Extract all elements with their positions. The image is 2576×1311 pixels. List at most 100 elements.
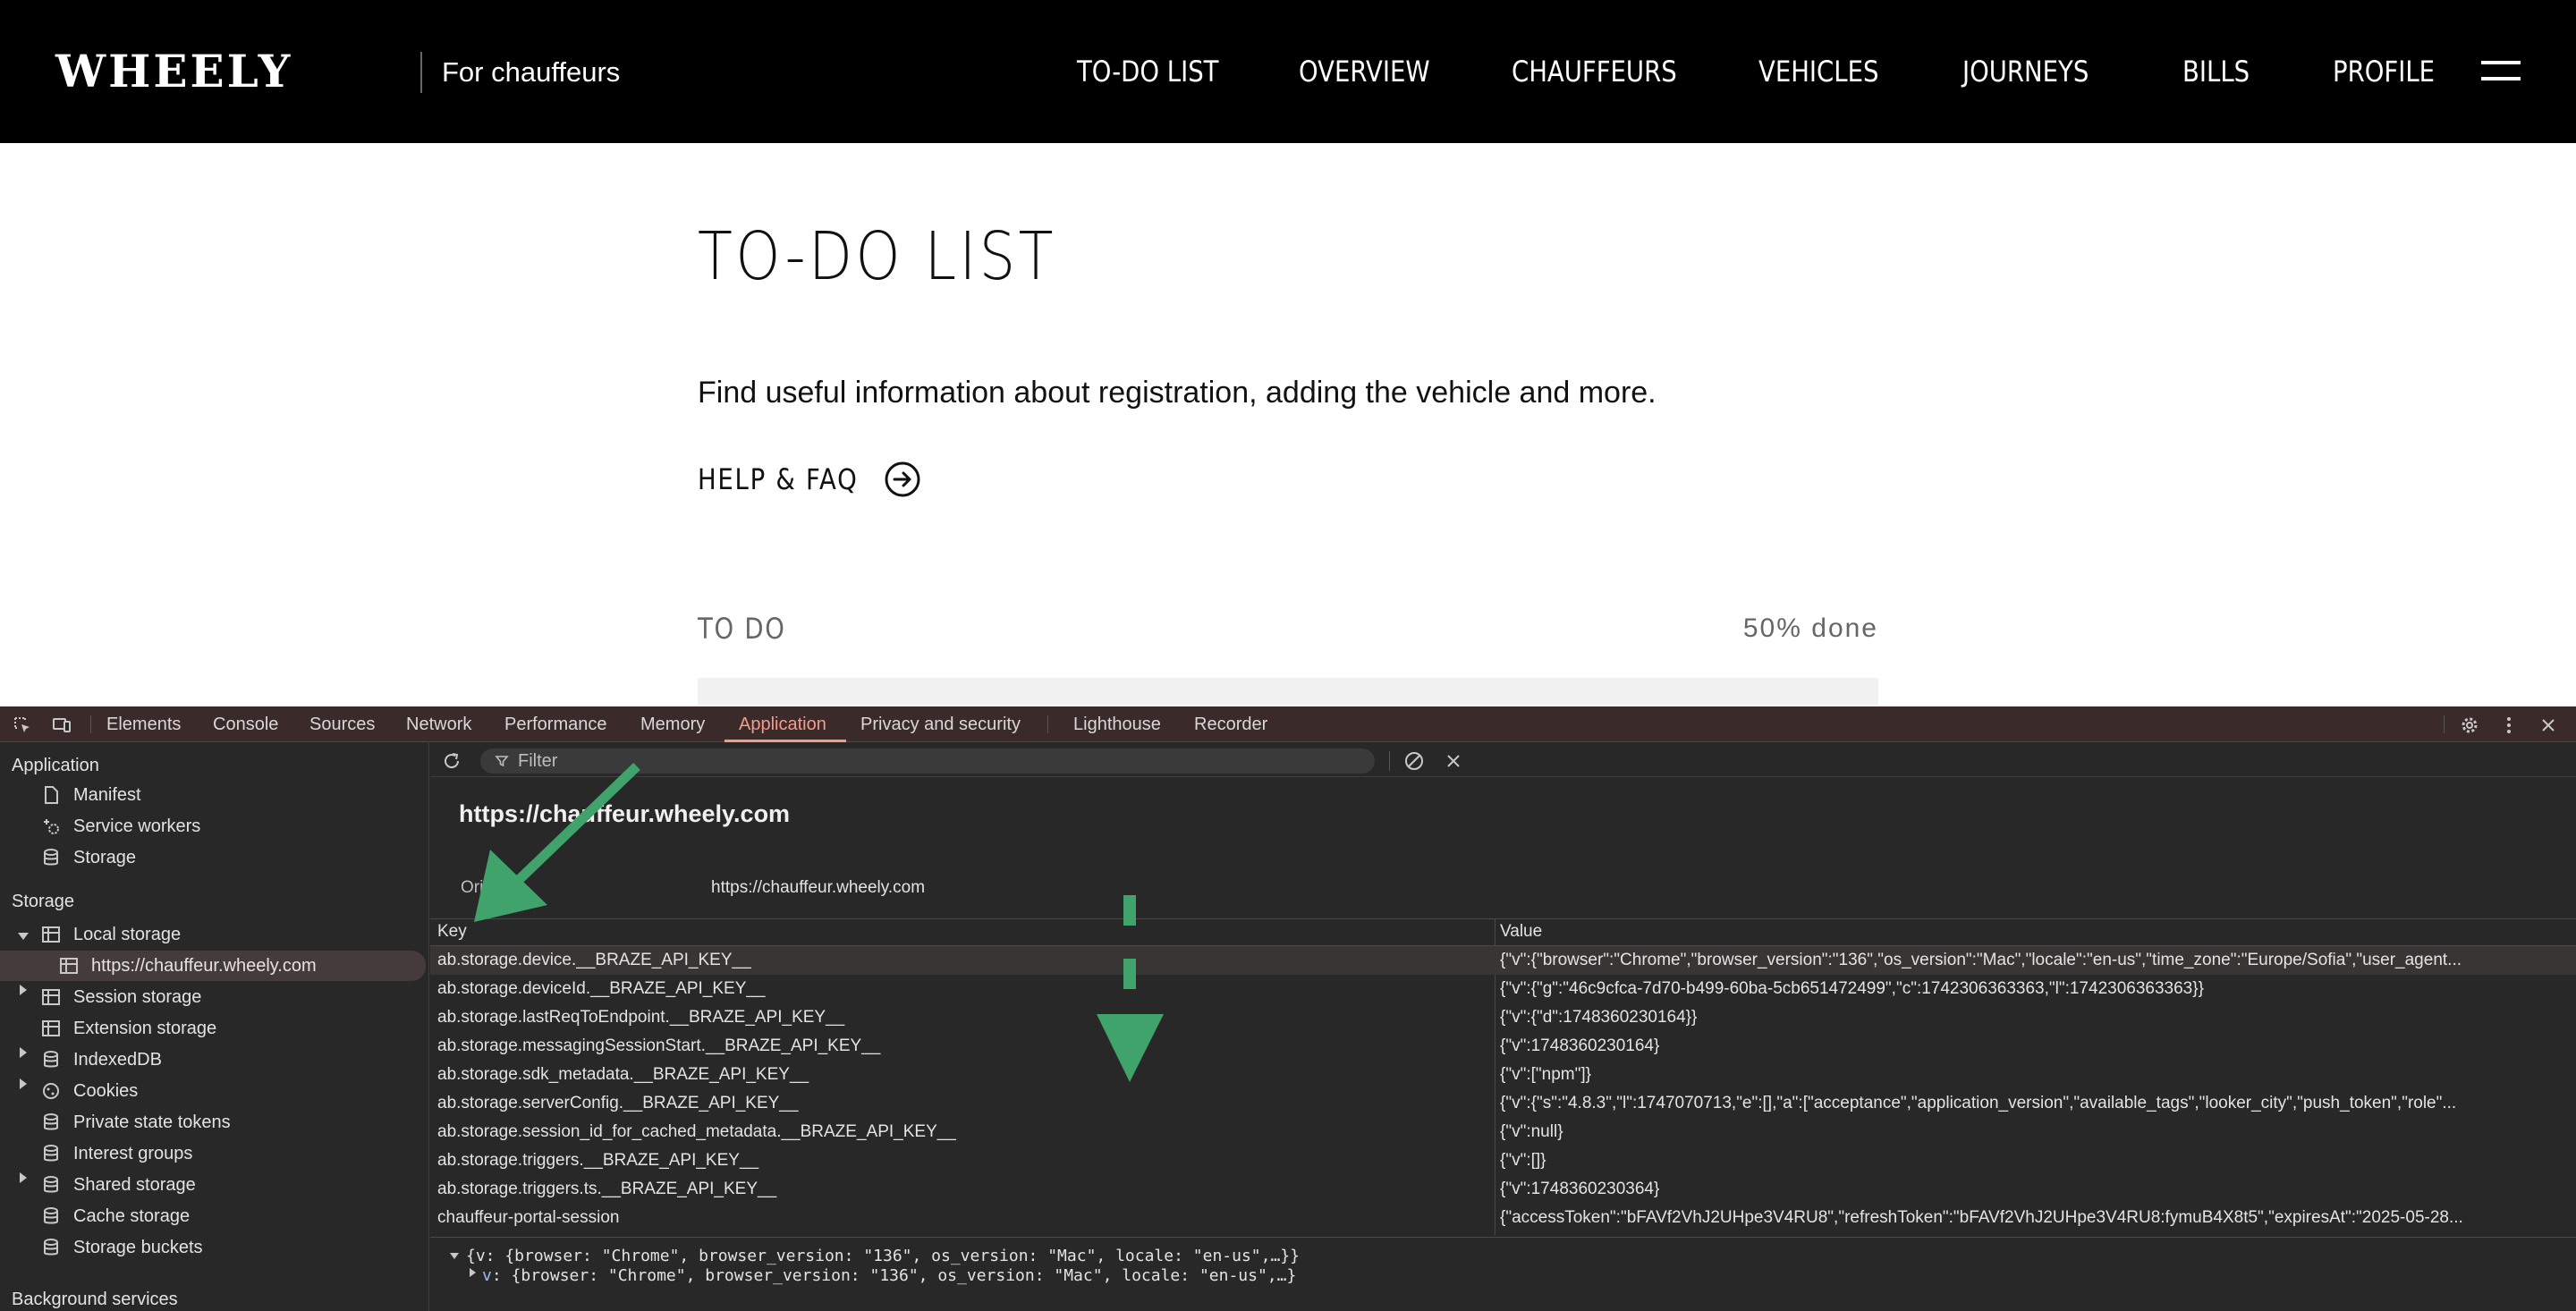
row-key[interactable]: ab.storage.serverConfig.__BRAZE_API_KEY_… <box>437 1089 1484 1118</box>
table-row[interactable]: ab.storage.deviceId.__BRAZE_API_KEY__ {"v… <box>430 975 2576 1003</box>
sidebar-item-manifest[interactable]: Manifest <box>73 780 141 810</box>
sidebar-item-indexeddb[interactable]: IndexedDB <box>73 1045 162 1075</box>
database-icon <box>44 1207 58 1224</box>
sidebar-item-cookies[interactable]: Cookies <box>73 1076 138 1106</box>
table-row[interactable]: ab.storage.sdk_metadata.__BRAZE_API_KEY_… <box>430 1061 2576 1089</box>
row-key[interactable]: ab.storage.sdk_metadata.__BRAZE_API_KEY_… <box>437 1061 1484 1089</box>
row-key[interactable]: ab.storage.lastReqToEndpoint.__BRAZE_API… <box>437 1003 1484 1032</box>
row-value[interactable]: {"v":null} <box>1500 1118 2569 1146</box>
database-icon <box>44 1176 58 1193</box>
expand-arrow-icon[interactable] <box>20 1047 27 1058</box>
table-row[interactable]: ab.storage.lastReqToEndpoint.__BRAZE_API… <box>430 1003 2576 1032</box>
tab-network[interactable]: Network <box>406 706 471 742</box>
nav-todo-list[interactable]: TO-DO LIST <box>1077 52 1218 91</box>
more-options-icon[interactable] <box>2499 715 2519 735</box>
row-key[interactable]: ab.storage.session_id_for_cached_metadat… <box>437 1118 1484 1146</box>
hamburger-menu-icon[interactable] <box>2481 61 2521 82</box>
sidebar-item-local-storage[interactable]: Local storage <box>73 919 181 950</box>
row-key[interactable]: ab.storage.device.__BRAZE_API_KEY__ <box>437 946 1484 975</box>
table-row[interactable]: ab.storage.device.__BRAZE_API_KEY__ {"v":… <box>430 946 2576 975</box>
table-row[interactable]: ab.storage.messagingSessionStart.__BRAZE… <box>430 1032 2576 1061</box>
value-column-header[interactable]: Value <box>1500 918 1542 945</box>
sidebar-item-extension-storage[interactable]: Extension storage <box>73 1013 216 1044</box>
key-column-header[interactable]: Key <box>437 918 467 945</box>
row-key[interactable]: ab.storage.triggers.__BRAZE_API_KEY__ <box>437 1146 1484 1175</box>
header-divider <box>420 52 422 93</box>
tab-lighthouse[interactable]: Lighthouse <box>1073 706 1161 742</box>
sidebar-item-storage[interactable]: Storage <box>73 842 136 873</box>
sidebar-item-session-storage[interactable]: Session storage <box>73 982 201 1012</box>
row-key[interactable]: ab.storage.triggers.ts.__BRAZE_API_KEY__ <box>437 1175 1484 1204</box>
sidebar-item-interest-groups[interactable]: Interest groups <box>73 1138 192 1169</box>
expand-arrow-icon[interactable] <box>470 1268 476 1277</box>
value-preview-line: {v: {browser: "Chrome", browser_version:… <box>466 1247 1300 1265</box>
row-value[interactable]: {"v":1748360230364} <box>1500 1175 2569 1204</box>
sidebar-item-cache-storage[interactable]: Cache storage <box>73 1201 190 1231</box>
database-icon <box>44 1051 58 1068</box>
settings-gear-icon[interactable] <box>2460 715 2479 735</box>
preview-divider[interactable] <box>430 1237 2576 1238</box>
sidebar-item-private-state-tokens[interactable]: Private state tokens <box>73 1107 231 1138</box>
help-faq-link[interactable]: HELP & FAQ <box>698 458 921 501</box>
devtools-panel: Elements Console Sources Network Perform… <box>0 706 2576 1311</box>
expand-arrow-icon[interactable] <box>20 1172 27 1183</box>
tab-recorder[interactable]: Recorder <box>1194 706 1267 742</box>
device-toolbar-icon[interactable] <box>52 715 72 735</box>
intro-text: Find useful information about registrati… <box>698 376 1657 410</box>
origin-label: Origin <box>461 878 506 897</box>
refresh-icon[interactable] <box>441 750 462 772</box>
expand-arrow-icon[interactable] <box>18 933 29 940</box>
table-row[interactable]: ab.storage.triggers.ts.__BRAZE_API_KEY__… <box>430 1175 2576 1204</box>
row-value[interactable]: {"v":{"browser":"Chrome","browser_versio… <box>1500 946 2569 975</box>
row-value[interactable]: {"v":{"s":"4.8.3","l":1747070713,"e":[],… <box>1500 1089 2569 1118</box>
toolbar-divider <box>2444 715 2445 733</box>
clear-all-icon[interactable] <box>1403 750 1425 772</box>
expand-arrow-icon[interactable] <box>20 985 27 995</box>
row-value[interactable]: {"v":[]} <box>1500 1146 2569 1175</box>
inspect-element-icon[interactable] <box>13 715 32 735</box>
toolbar-divider <box>1389 751 1390 771</box>
sidebar-item-storage-buckets[interactable]: Storage buckets <box>73 1232 203 1263</box>
tab-privacy-security[interactable]: Privacy and security <box>860 706 1021 742</box>
table-row[interactable]: chauffeur-portal-session {"accessToken":"… <box>430 1204 2576 1232</box>
nav-bills[interactable]: BILLS <box>2182 52 2250 91</box>
sidebar-item-service-workers[interactable]: Service workers <box>73 811 200 842</box>
value-preview-child[interactable]: v: {browser: "Chrome", browser_version: … <box>482 1265 1296 1287</box>
row-key[interactable]: ab.storage.deviceId.__BRAZE_API_KEY__ <box>437 975 1484 1003</box>
wheely-logo[interactable]: WHEELY <box>55 47 292 97</box>
delete-selected-icon[interactable] <box>1445 752 1462 770</box>
nav-profile[interactable]: PROFILE <box>2333 52 2435 91</box>
table-row[interactable]: ab.storage.triggers.__BRAZE_API_KEY__ {"v… <box>430 1146 2576 1175</box>
row-key[interactable]: ab.storage.messagingSessionStart.__BRAZE… <box>437 1032 1484 1061</box>
file-icon <box>45 786 58 804</box>
tab-memory[interactable]: Memory <box>640 706 705 742</box>
sidebar-item-local-storage-origin[interactable]: https://chauffeur.wheely.com <box>91 951 317 981</box>
table-row[interactable]: ab.storage.serverConfig.__BRAZE_API_KEY_… <box>430 1089 2576 1118</box>
row-value[interactable]: {"v":1748360230164} <box>1500 1032 2569 1061</box>
table-row[interactable]: ab.storage.session_id_for_cached_metadat… <box>430 1118 2576 1146</box>
nav-vehicles[interactable]: VEHICLES <box>1758 52 1878 91</box>
help-faq-label: HELP & FAQ <box>698 462 859 496</box>
expand-arrow-icon[interactable] <box>20 1078 27 1089</box>
expand-arrow-icon[interactable] <box>450 1253 459 1259</box>
tab-sources[interactable]: Sources <box>309 706 375 742</box>
table-grid-icon <box>60 958 78 974</box>
row-key[interactable]: chauffeur-portal-session <box>437 1204 1484 1232</box>
row-value[interactable]: {"v":{"d":1748360230164}} <box>1500 1003 2569 1032</box>
tab-console[interactable]: Console <box>213 706 278 742</box>
row-value[interactable]: {"v":["npm"]} <box>1500 1061 2569 1089</box>
nav-overview[interactable]: OVERVIEW <box>1299 52 1430 91</box>
close-icon[interactable] <box>2538 715 2558 735</box>
filter-input[interactable] <box>480 749 1375 774</box>
tab-elements[interactable]: Elements <box>106 706 181 742</box>
nav-chauffeurs[interactable]: CHAUFFEURS <box>1512 52 1677 91</box>
todo-section-label: TO DO <box>698 612 786 646</box>
sidebar-item-shared-storage[interactable]: Shared storage <box>73 1170 196 1200</box>
tab-performance[interactable]: Performance <box>504 706 607 742</box>
tab-application[interactable]: Application <box>739 706 826 742</box>
row-value[interactable]: {"accessToken":"bFAVf2VhJ2UHpe3V4RU8","r… <box>1500 1204 2569 1232</box>
tagline: For chauffeurs <box>442 56 621 88</box>
row-value[interactable]: {"v":{"g":"46c9cfca-7d70-b499-60ba-5cb65… <box>1500 975 2569 1003</box>
todo-card[interactable] <box>698 678 1878 705</box>
nav-journeys[interactable]: JOURNEYS <box>1962 52 2089 91</box>
